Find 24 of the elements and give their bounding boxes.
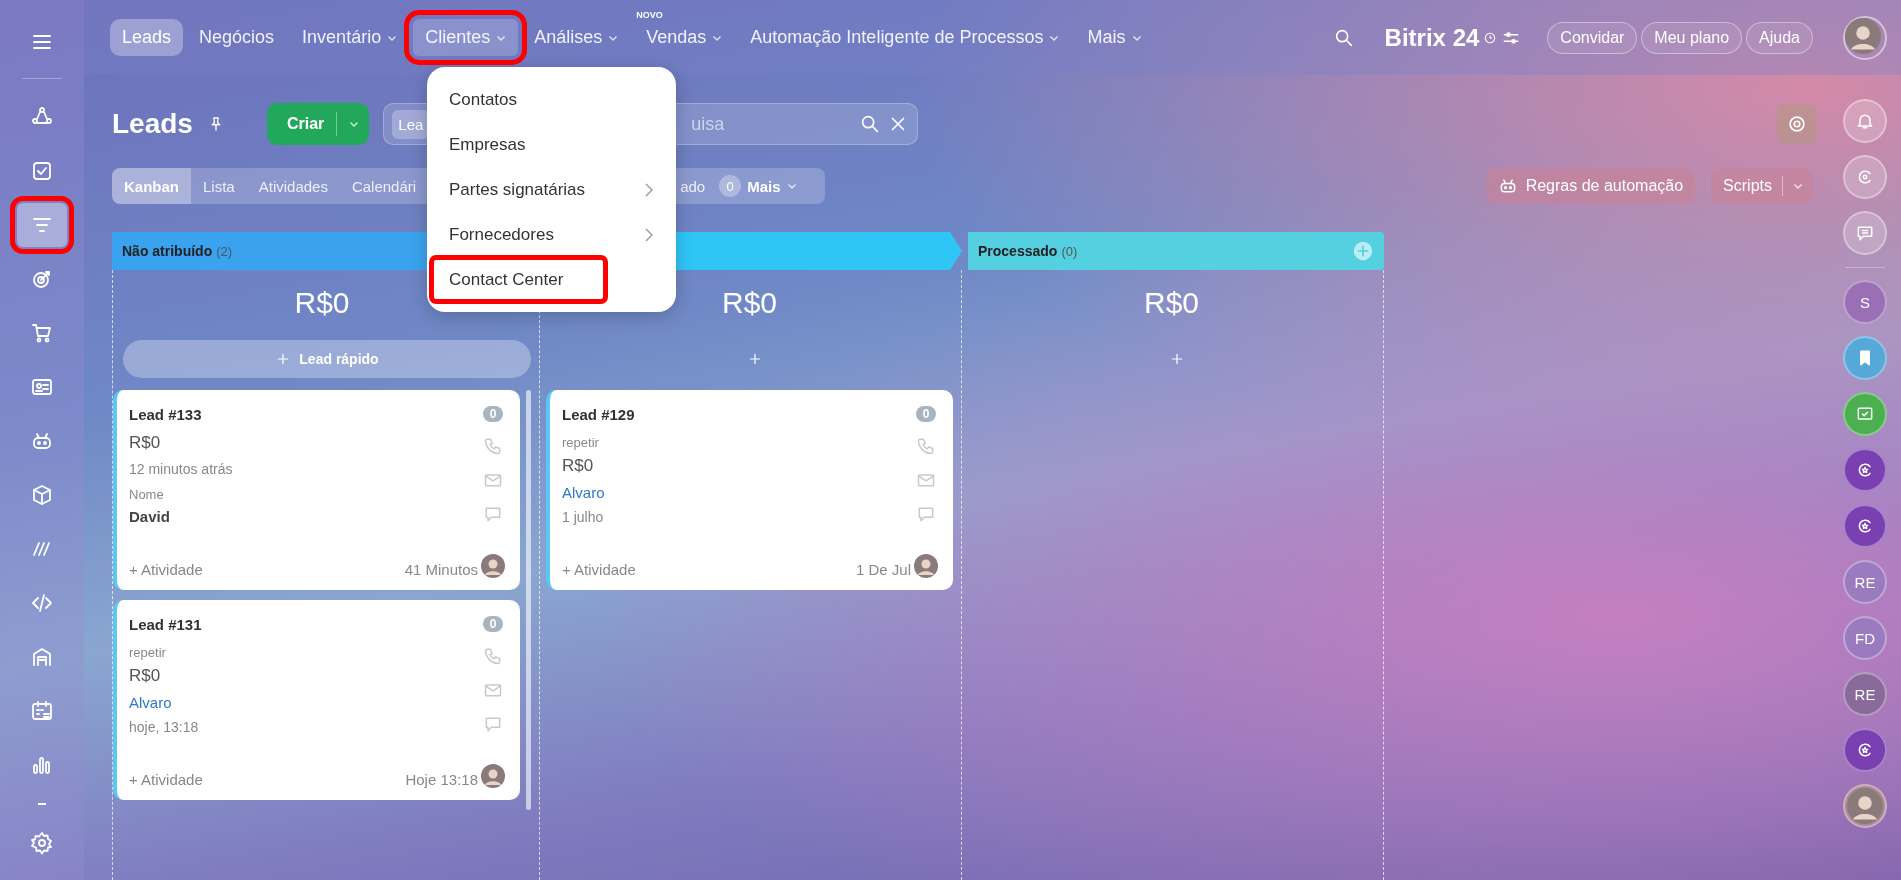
counter-badge: 0 <box>482 616 504 632</box>
field-value: David <box>129 508 171 525</box>
date-text: hoje, 13:18 <box>129 719 200 735</box>
time-text: 1 De Jul <box>855 561 911 578</box>
date-text: 12 minutos atrás <box>129 461 234 477</box>
amount-text: R$0 <box>129 666 162 686</box>
field-label: Nome <box>129 487 165 502</box>
search-placeholder: uisa <box>691 113 726 135</box>
counter-badge: 0 <box>915 406 937 422</box>
new-label: NOVO <box>636 10 663 20</box>
stage-total: R$0 <box>294 286 350 319</box>
time-text: 41 Minutos <box>404 561 478 578</box>
date-text: 1 julho <box>562 509 605 525</box>
stage-total: R$0 <box>1143 286 1199 319</box>
counter-badge: 0 <box>719 175 742 197</box>
amount-text: R$0 <box>129 433 162 453</box>
page-title: Leads <box>112 108 193 140</box>
field-label: repetir <box>562 435 600 450</box>
amount-text: R$0 <box>562 456 595 476</box>
field-label: repetir <box>129 645 167 660</box>
stage-total: R$0 <box>721 286 777 319</box>
time-text: Hoje 13:18 <box>405 771 478 788</box>
filter-label: ado <box>680 177 706 195</box>
counter-badge: 0 <box>482 406 504 422</box>
